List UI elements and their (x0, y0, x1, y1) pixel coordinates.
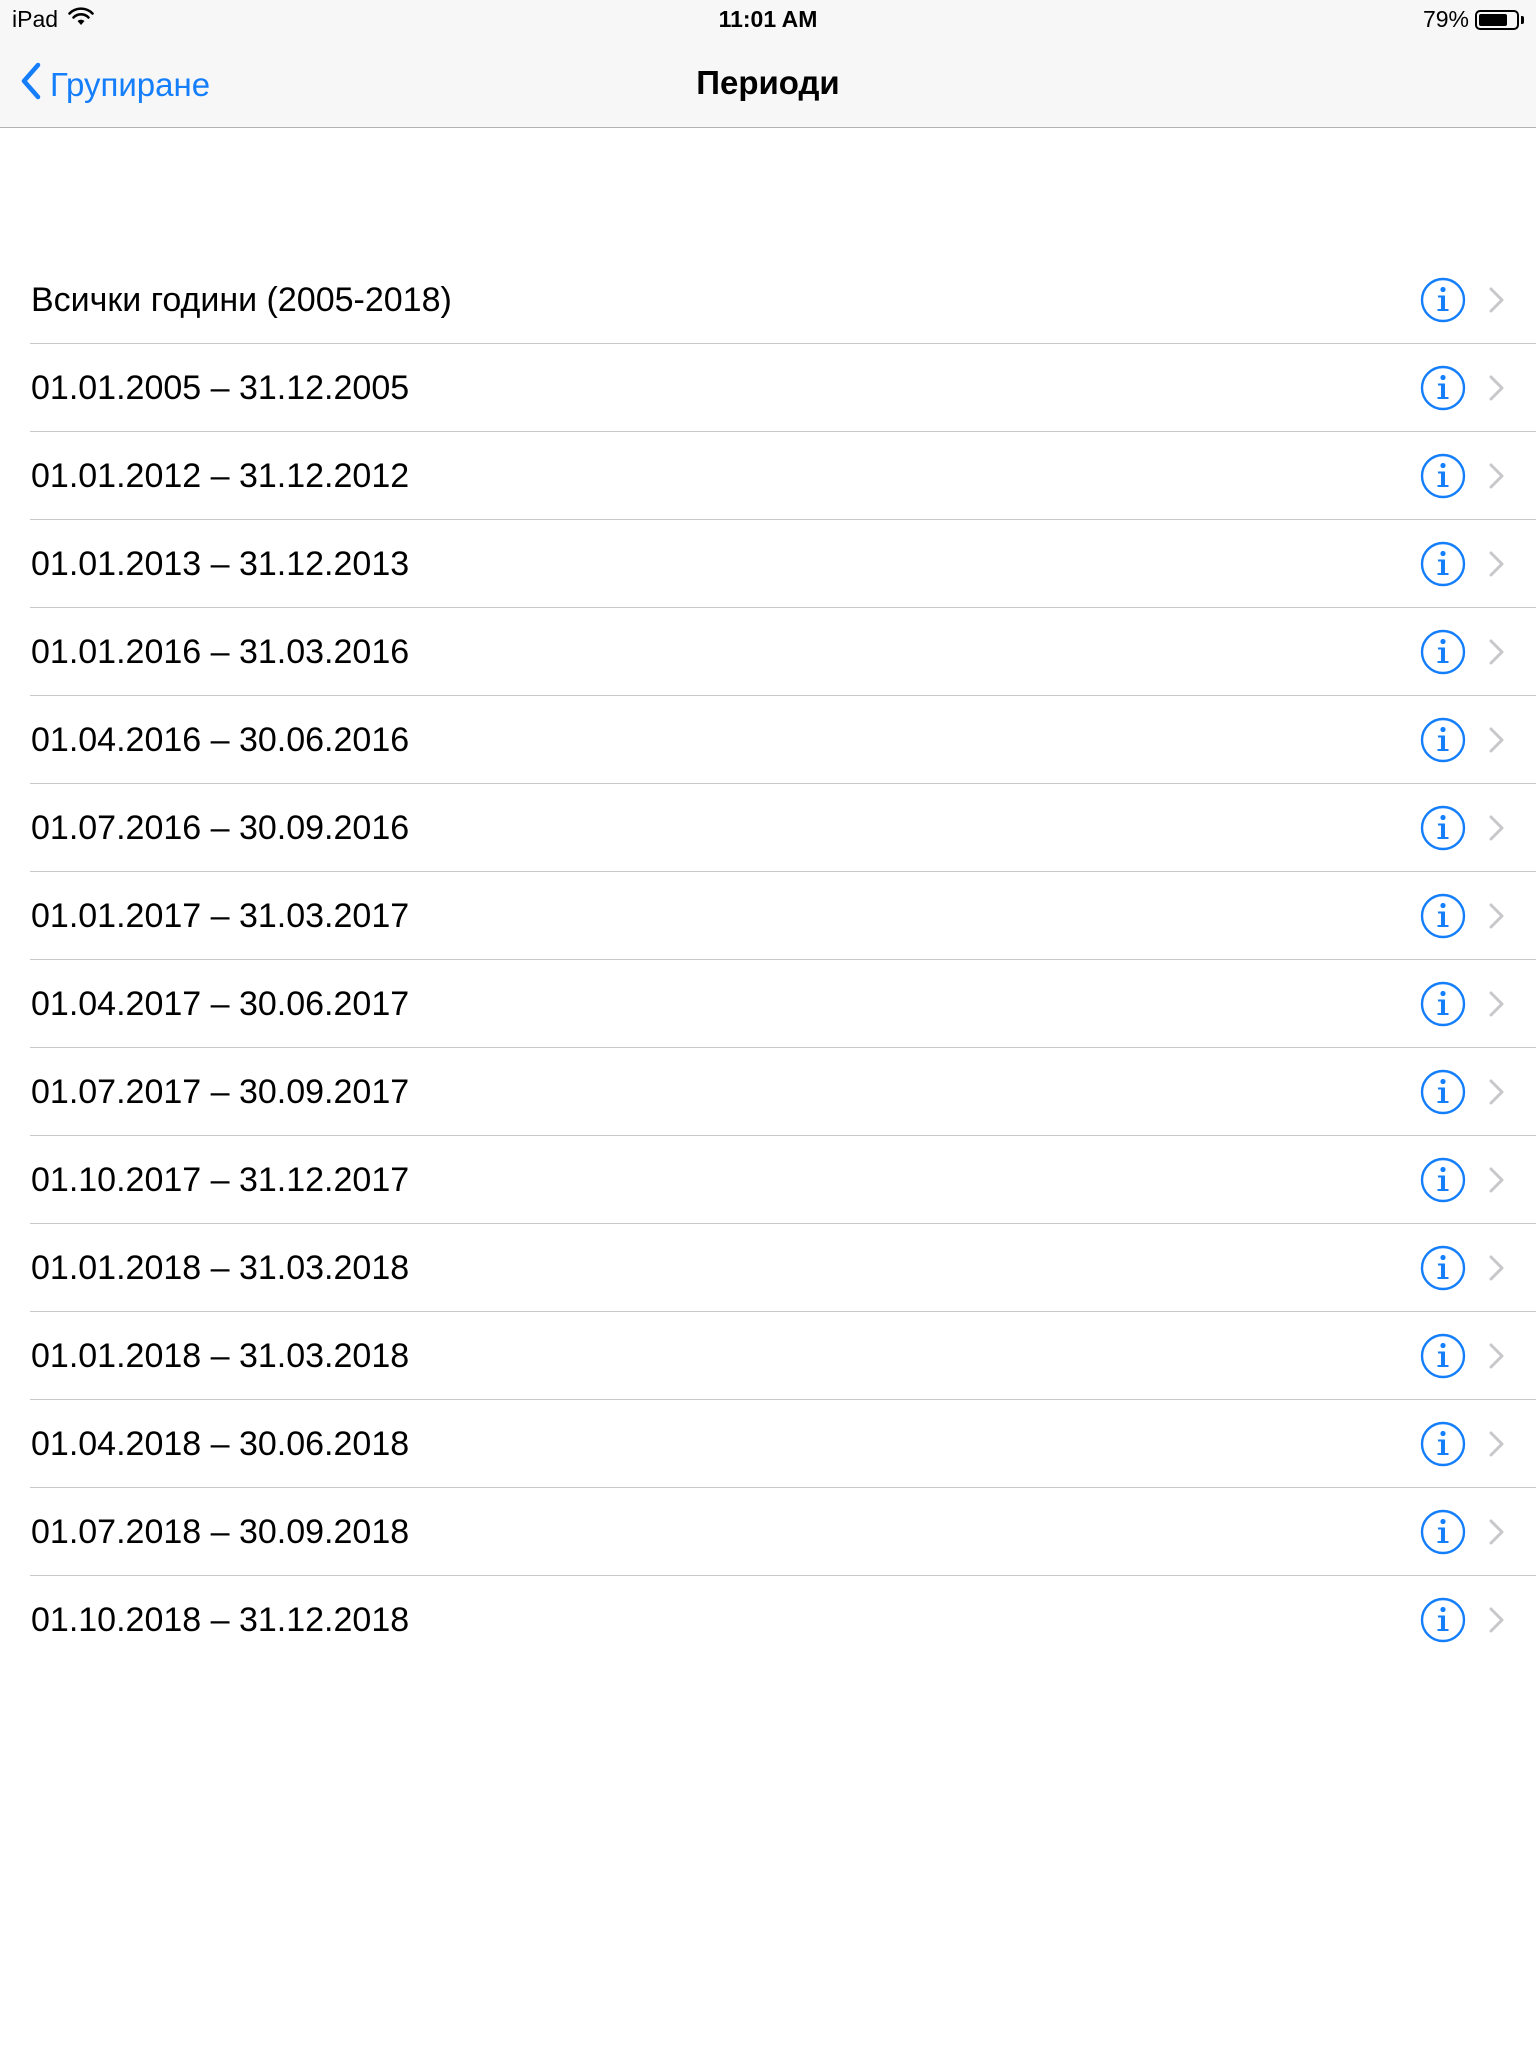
chevron-right-icon (1488, 374, 1506, 402)
period-label: 01.04.2018 – 30.06.2018 (31, 1425, 410, 1463)
list-item[interactable]: 01.07.2017 – 30.09.2017 (0, 1048, 1536, 1136)
period-label: 01.04.2017 – 30.06.2017 (31, 985, 410, 1023)
list-item[interactable]: 01.01.2018 – 31.03.2018 (0, 1224, 1536, 1312)
navigation-bar: Групиране Периоди (0, 40, 1536, 128)
battery-icon (1475, 9, 1519, 30)
info-icon[interactable] (1420, 629, 1466, 675)
battery-percent: 79% (1422, 6, 1469, 32)
list-item[interactable]: Всички години (2005-2018) (0, 256, 1536, 344)
list-item[interactable]: 01.01.2017 – 31.03.2017 (0, 872, 1536, 960)
period-label: 01.10.2017 – 31.12.2017 (31, 1161, 410, 1199)
period-label: 01.01.2017 – 31.03.2017 (31, 897, 410, 935)
info-icon[interactable] (1420, 1597, 1466, 1643)
chevron-right-icon (1488, 990, 1506, 1018)
chevron-right-icon (1488, 726, 1506, 754)
info-icon[interactable] (1420, 893, 1466, 939)
list-item[interactable]: 01.04.2018 – 30.06.2018 (0, 1400, 1536, 1488)
period-label: 01.07.2018 – 30.09.2018 (31, 1513, 410, 1551)
period-label: 01.07.2017 – 30.09.2017 (31, 1073, 410, 1111)
chevron-right-icon (1488, 814, 1506, 842)
info-icon[interactable] (1420, 365, 1466, 411)
info-icon[interactable] (1420, 453, 1466, 499)
list-item[interactable]: 01.04.2016 – 30.06.2016 (0, 696, 1536, 784)
info-icon[interactable] (1420, 805, 1466, 851)
list-item[interactable]: 01.04.2017 – 30.06.2017 (0, 960, 1536, 1048)
chevron-right-icon (1488, 1606, 1506, 1634)
chevron-right-icon (1488, 1518, 1506, 1546)
status-right: 79% (1423, 6, 1524, 33)
chevron-right-icon (1488, 1342, 1506, 1370)
info-icon[interactable] (1420, 981, 1466, 1027)
status-bar: iPad 11:01 AM 79% (0, 0, 1536, 40)
period-label: 01.01.2018 – 31.03.2018 (31, 1337, 410, 1375)
info-icon[interactable] (1420, 717, 1466, 763)
chevron-right-icon (1488, 286, 1506, 314)
period-label: 01.10.2018 – 31.12.2018 (31, 1601, 410, 1639)
status-time: 11:01 AM (718, 6, 818, 32)
period-label: 01.01.2005 – 31.12.2005 (31, 369, 410, 407)
period-label: 01.01.2016 – 31.03.2016 (31, 633, 410, 671)
info-icon[interactable] (1420, 1069, 1466, 1115)
info-icon[interactable] (1420, 1157, 1466, 1203)
info-icon[interactable] (1420, 277, 1466, 323)
chevron-right-icon (1488, 638, 1506, 666)
period-label: Всички години (2005-2018) (31, 281, 452, 319)
chevron-right-icon (1488, 1078, 1506, 1106)
chevron-right-icon (1488, 1430, 1506, 1458)
list-item[interactable]: 01.01.2018 – 31.03.2018 (0, 1312, 1536, 1400)
period-label: 01.01.2013 – 31.12.2013 (31, 545, 410, 583)
list-item[interactable]: 01.07.2018 – 30.09.2018 (0, 1488, 1536, 1576)
period-list: Всички години (2005-2018) 01.01.2005 – 31… (0, 256, 1536, 1664)
period-label: 01.01.2012 – 31.12.2012 (31, 457, 410, 495)
chevron-right-icon (1488, 1166, 1506, 1194)
period-label: 01.04.2016 – 30.06.2016 (31, 721, 410, 759)
period-label: 01.07.2016 – 30.09.2016 (31, 809, 410, 847)
list-item[interactable]: 01.10.2017 – 31.12.2017 (0, 1136, 1536, 1224)
info-icon[interactable] (1420, 541, 1466, 587)
info-icon[interactable] (1420, 1333, 1466, 1379)
info-icon[interactable] (1420, 1509, 1466, 1555)
info-icon[interactable] (1420, 1245, 1466, 1291)
info-icon[interactable] (1420, 1421, 1466, 1467)
chevron-right-icon (1488, 462, 1506, 490)
list-item[interactable]: 01.10.2018 – 31.12.2018 (0, 1576, 1536, 1664)
chevron-right-icon (1488, 902, 1506, 930)
page-title: Периоди (696, 64, 840, 101)
battery-cap (1521, 15, 1524, 24)
chevron-right-icon (1488, 1254, 1506, 1282)
list-item[interactable]: 01.01.2013 – 31.12.2013 (0, 520, 1536, 608)
chevron-right-icon (1488, 550, 1506, 578)
list-item[interactable]: 01.01.2012 – 31.12.2012 (0, 432, 1536, 520)
list-item[interactable]: 01.01.2005 – 31.12.2005 (0, 344, 1536, 432)
list-item[interactable]: 01.07.2016 – 30.09.2016 (0, 784, 1536, 872)
list-item[interactable]: 01.01.2016 – 31.03.2016 (0, 608, 1536, 696)
battery-level (1479, 13, 1508, 26)
period-label: 01.01.2018 – 31.03.2018 (31, 1249, 410, 1287)
